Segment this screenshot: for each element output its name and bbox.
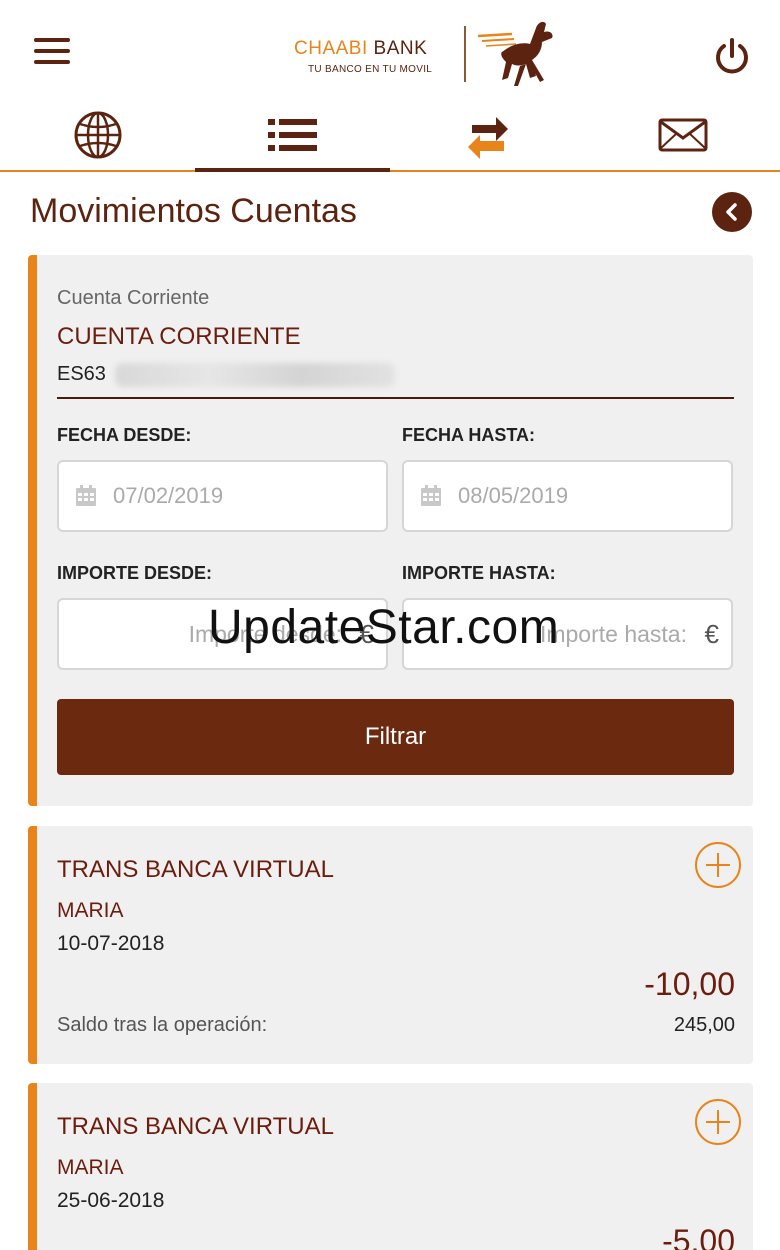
fecha-hasta-input[interactable]: 08/05/2019 [402,460,733,532]
logo-brand-text: CHAABI [294,38,368,59]
importe-desde-input[interactable]: Importe desde: € [57,598,388,670]
globe-icon [74,111,121,159]
filtrar-button[interactable]: Filtrar [57,699,734,775]
list-icon [267,119,317,151]
importe-desde-placeholder: Importe desde: [188,620,342,647]
calendar-icon [76,485,96,506]
transaction-title: TRANS BANCA VIRTUAL [57,1113,334,1140]
transaction-amount: -5,00 [662,1223,735,1250]
transaction-date: 10-07-2018 [57,932,165,955]
account-selector[interactable]: CUENTA CORRIENTE [57,323,301,351]
transaction-name: MARIA [57,1156,124,1179]
chevron-left-icon [726,203,737,221]
saldo-value: 245,00 [673,1014,735,1036]
envelope-icon [658,118,707,152]
fecha-desde-input[interactable]: 07/02/2019 [57,460,388,532]
power-icon[interactable] [712,36,752,76]
plus-icon [706,853,730,877]
calendar-icon [421,485,441,506]
account-underline [57,397,734,399]
logo-wordmark: CHAABI BANK [294,38,427,60]
page-title: Movimientos Cuentas [30,192,357,230]
transaction-date: 25-06-2018 [57,1189,165,1212]
plus-icon [706,1110,730,1134]
expand-plus-icon[interactable] [695,842,741,888]
tab-bar [0,100,780,172]
importe-hasta-input[interactable]: Importe hasta: € [402,598,733,670]
transfer-arrows-icon [467,117,508,159]
transaction-card[interactable]: TRANS BANCA VIRTUAL MARIA 25-06-2018 -5,… [28,1083,753,1250]
transaction-name: MARIA [57,899,124,922]
fecha-hasta-label: FECHA HASTA: [402,425,535,445]
header: CHAABI BANK TU BANCO EN TU MOVIL [0,0,780,100]
app-root: CHAABI BANK TU BANCO EN TU MOVIL Movimie… [0,0,780,1250]
logo-bank-text: BANK [373,38,428,59]
title-row: Movimientos Cuentas [0,188,780,238]
logo-tagline: TU BANCO EN TU MOVIL [308,64,433,75]
hamburger-menu-icon[interactable] [34,38,72,68]
fecha-desde-value: 07/02/2019 [113,483,224,508]
saldo-label: Saldo tras la operación: [57,1014,268,1036]
chaabi-bank-logo: CHAABI BANK TU BANCO EN TU MOVIL [292,14,562,94]
euro-icon: € [704,618,719,649]
tab-transfers[interactable] [390,100,585,170]
tab-movements-list[interactable] [195,100,390,172]
tab-messages[interactable] [585,100,780,170]
logo-divider [464,26,466,82]
importe-hasta-placeholder: Importe hasta: [539,620,687,647]
importe-desde-label: IMPORTE DESDE: [57,563,213,583]
account-iban: ES63 [57,363,106,385]
iban-redacted [115,363,395,387]
euro-icon: € [359,618,374,649]
account-type: Cuenta Corriente [57,287,210,309]
transaction-amount: -10,00 [644,966,735,1002]
horse-logo-icon [477,21,553,86]
importe-hasta-label: IMPORTE HASTA: [402,563,556,583]
transaction-card[interactable]: TRANS BANCA VIRTUAL MARIA 10-07-2018 -10… [28,826,753,1064]
expand-plus-icon[interactable] [695,1099,741,1145]
back-button[interactable] [712,192,752,232]
filter-card: Cuenta Corriente CUENTA CORRIENTE ES63 F… [28,255,753,806]
transaction-title: TRANS BANCA VIRTUAL [57,856,334,883]
fecha-desde-label: FECHA DESDE: [57,425,192,445]
tab-globe[interactable] [0,100,195,170]
fecha-hasta-value: 08/05/2019 [458,483,569,508]
